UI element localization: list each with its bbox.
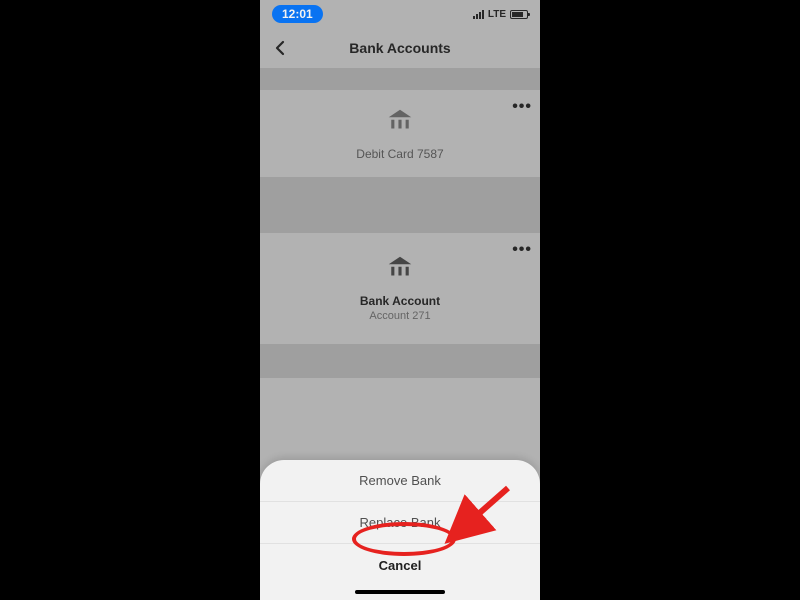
section-gap [260, 68, 540, 90]
battery-icon [510, 10, 528, 19]
signal-icon [473, 9, 484, 19]
bank-account-row[interactable]: ••• Bank Account Account 271 [260, 233, 540, 344]
network-label: LTE [488, 9, 506, 20]
cancel-button[interactable]: Cancel [260, 544, 540, 586]
section-gap [260, 344, 540, 378]
back-button[interactable] [270, 36, 290, 60]
bank-icon [385, 253, 415, 283]
page-title: Bank Accounts [349, 40, 450, 56]
cancel-label: Cancel [379, 558, 422, 573]
home-indicator [355, 590, 445, 594]
debit-card-more-button[interactable]: ••• [512, 98, 532, 116]
status-right: LTE [473, 9, 528, 20]
bank-account-title: Bank Account [268, 294, 532, 308]
phone-screen: 12:01 LTE Bank Accounts ••• Debit Card 7… [260, 0, 540, 600]
bank-account-more-button[interactable]: ••• [512, 241, 532, 259]
status-bar: 12:01 LTE [260, 0, 540, 28]
bank-icon [385, 106, 415, 136]
debit-card-row[interactable]: ••• Debit Card 7587 [260, 90, 540, 177]
replace-bank-label: Replace Bank [360, 515, 441, 530]
replace-bank-button[interactable]: Replace Bank [260, 502, 540, 544]
bank-account-subtitle: Account 271 [268, 310, 532, 322]
section-gap [260, 177, 540, 233]
nav-header: Bank Accounts [260, 28, 540, 68]
action-sheet: Remove Bank Replace Bank Cancel [260, 460, 540, 600]
status-time: 12:01 [272, 5, 323, 23]
remove-bank-button[interactable]: Remove Bank [260, 460, 540, 502]
chevron-left-icon [274, 40, 286, 56]
debit-card-title: Debit Card 7587 [268, 147, 532, 161]
remove-bank-label: Remove Bank [359, 473, 441, 488]
